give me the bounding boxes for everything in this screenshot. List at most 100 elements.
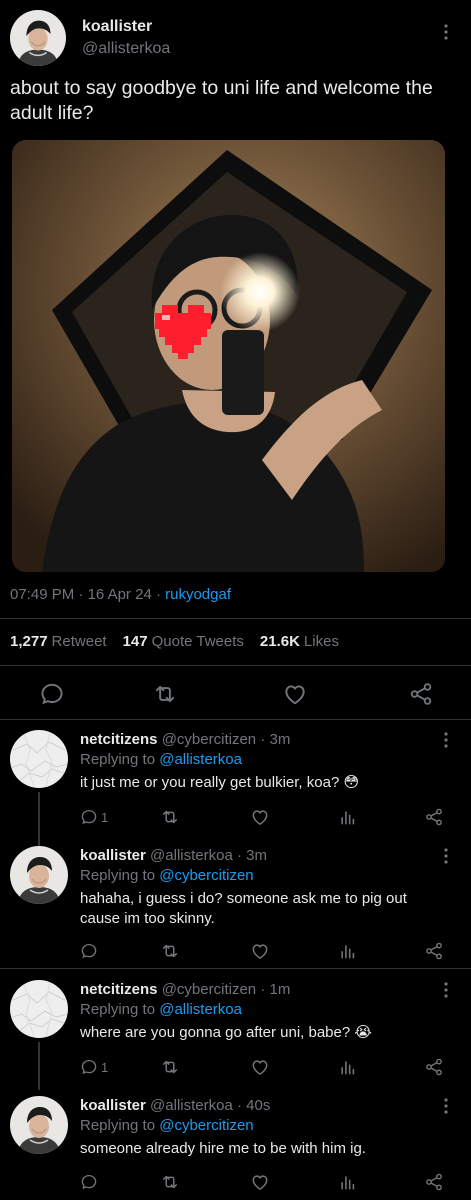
reply-icon[interactable]: 1 xyxy=(80,807,108,827)
reply-text: where are you gonna go after uni, babe? … xyxy=(80,1024,372,1041)
reply-item[interactable]: netcitizens @cybercitizen · 1m Replying … xyxy=(0,980,471,1090)
retweet-icon[interactable] xyxy=(151,680,179,708)
replying-to-label: Replying to xyxy=(80,751,160,768)
replying-to: Replying to @allisterkoa xyxy=(80,1000,242,1020)
replying-to-handle[interactable]: @allisterkoa xyxy=(159,751,242,768)
reply-display-name[interactable]: koallister xyxy=(80,1097,146,1114)
views-icon[interactable] xyxy=(338,941,358,961)
like-stat[interactable]: 21.6K Likes xyxy=(260,632,339,652)
like-icon[interactable] xyxy=(250,807,270,827)
views-icon[interactable] xyxy=(338,1057,358,1077)
reply-header: netcitizens @cybercitizen · 3m xyxy=(80,730,290,750)
like-icon[interactable] xyxy=(281,680,309,708)
reply-text: it just me or you really get bulkier, ko… xyxy=(80,774,360,791)
tweet-source[interactable]: rukyodgaf xyxy=(165,586,231,603)
retweet-icon[interactable] xyxy=(160,941,180,961)
reply-item[interactable]: koallister @allisterkoa · 3m Replying to… xyxy=(0,846,471,961)
meta-separator: · xyxy=(151,586,166,603)
tweet-author[interactable]: koallister @allisterkoa xyxy=(10,10,170,66)
replying-to-handle[interactable]: @allisterkoa xyxy=(159,1001,242,1018)
retweet-icon[interactable] xyxy=(160,1172,180,1192)
share-icon[interactable] xyxy=(407,680,435,708)
share-icon[interactable] xyxy=(424,941,444,961)
more-icon[interactable] xyxy=(436,846,456,866)
reply-handle[interactable]: @cybercitizen xyxy=(162,981,256,998)
retweet-stat[interactable]: 1,277 Retweet xyxy=(10,632,107,652)
quote-count: 147 xyxy=(122,633,148,650)
reply-actions: 1 xyxy=(80,1057,460,1077)
reply-text: hahaha, i guess i do? someone ask me to … xyxy=(80,890,407,927)
reply-icon[interactable] xyxy=(80,1172,98,1192)
reply-icon[interactable] xyxy=(80,941,98,961)
divider xyxy=(0,618,471,619)
author-handle[interactable]: @allisterkoa xyxy=(82,38,170,60)
tweet-action-bar xyxy=(0,680,471,708)
reply-time: · 1m xyxy=(260,981,291,998)
retweet-count: 1,277 xyxy=(10,633,48,650)
reply-avatar[interactable] xyxy=(10,846,68,904)
reply-item[interactable]: koallister @allisterkoa · 40s Replying t… xyxy=(0,1096,471,1200)
tweet-stats: 1,277 Retweet 147 Quote Tweets 21.6K Likes xyxy=(10,632,339,652)
reply-time: · 3m xyxy=(236,847,267,864)
views-icon[interactable] xyxy=(338,1172,358,1192)
meta-separator: · xyxy=(74,586,88,603)
like-icon[interactable] xyxy=(250,1172,270,1192)
reply-display-name[interactable]: netcitizens xyxy=(80,731,158,748)
tweet-date[interactable]: 16 Apr 24 xyxy=(88,586,152,603)
reply-display-name[interactable]: netcitizens xyxy=(80,981,158,998)
quote-stat[interactable]: 147 Quote Tweets xyxy=(123,632,244,652)
retweet-icon[interactable] xyxy=(160,807,180,827)
more-icon[interactable] xyxy=(436,980,456,1000)
reply-display-name[interactable]: koallister xyxy=(80,847,146,864)
reply-count: 1 xyxy=(101,1059,109,1075)
replying-to-handle[interactable]: @cybercitizen xyxy=(159,1117,253,1134)
replying-to-label: Replying to xyxy=(80,1117,160,1134)
replying-to: Replying to @cybercitizen xyxy=(80,866,254,886)
share-icon[interactable] xyxy=(424,1057,444,1077)
replying-to-label: Replying to xyxy=(80,867,160,884)
thread-line xyxy=(38,1042,40,1090)
reply-header: koallister @allisterkoa · 3m xyxy=(80,846,267,866)
more-icon[interactable] xyxy=(436,1096,456,1116)
reply-text: someone already hire me to be with him i… xyxy=(80,1140,366,1157)
reply-handle[interactable]: @cybercitizen xyxy=(162,731,256,748)
retweet-label: Retweet xyxy=(51,633,107,650)
tweet-text: about to say goodbye to uni life and wel… xyxy=(10,77,433,124)
author-display-name[interactable]: koallister xyxy=(82,16,170,38)
replying-to-label: Replying to xyxy=(80,1001,160,1018)
views-icon[interactable] xyxy=(338,807,358,827)
reply-avatar[interactable] xyxy=(10,980,68,1038)
share-icon[interactable] xyxy=(424,1172,444,1192)
like-count: 21.6K xyxy=(259,633,300,650)
like-label: Likes xyxy=(303,633,339,650)
divider xyxy=(0,719,471,720)
reply-actions xyxy=(80,941,460,961)
replying-to: Replying to @allisterkoa xyxy=(80,750,242,770)
reply-header: koallister @allisterkoa · 40s xyxy=(80,1096,270,1116)
reply-time: · 40s xyxy=(236,1097,271,1114)
reply-handle[interactable]: @allisterkoa xyxy=(150,1097,233,1114)
divider xyxy=(0,968,471,969)
reply-actions xyxy=(80,1172,460,1192)
reply-actions: 1 xyxy=(80,807,460,827)
like-icon[interactable] xyxy=(250,941,270,961)
author-names: koallister @allisterkoa xyxy=(82,16,170,60)
reply-avatar[interactable] xyxy=(10,730,68,788)
more-icon[interactable] xyxy=(436,730,456,750)
reply-icon[interactable] xyxy=(38,680,66,708)
tweet-time[interactable]: 07:49 PM xyxy=(10,586,74,603)
like-icon[interactable] xyxy=(250,1057,270,1077)
replying-to: Replying to @cybercitizen xyxy=(80,1116,254,1136)
reply-item[interactable]: netcitizens @cybercitizen · 3m Replying … xyxy=(0,730,471,856)
reply-header: netcitizens @cybercitizen · 1m xyxy=(80,980,290,1000)
share-icon[interactable] xyxy=(424,807,444,827)
tweet-photo[interactable] xyxy=(12,140,445,572)
more-icon[interactable] xyxy=(436,22,456,42)
reply-handle[interactable]: @allisterkoa xyxy=(150,847,233,864)
reply-icon[interactable]: 1 xyxy=(80,1057,108,1077)
retweet-icon[interactable] xyxy=(160,1057,180,1077)
author-avatar[interactable] xyxy=(10,10,66,66)
quote-label: Quote Tweets xyxy=(151,633,244,650)
reply-avatar[interactable] xyxy=(10,1096,68,1154)
replying-to-handle[interactable]: @cybercitizen xyxy=(159,867,253,884)
